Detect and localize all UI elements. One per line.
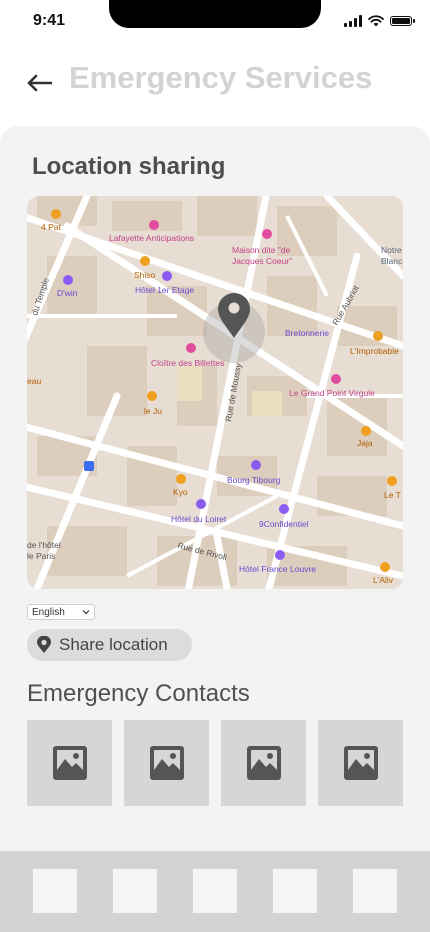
map-label: eau <box>27 376 41 386</box>
back-button[interactable] <box>22 66 56 100</box>
map-label: Cloître des Billettes <box>151 358 224 368</box>
location-sharing-title: Location sharing <box>32 153 226 180</box>
map-label: Lafayette Anticipations <box>109 233 194 243</box>
map-label: 9Confidentiel <box>259 519 309 529</box>
device-notch <box>109 0 321 28</box>
share-location-button[interactable]: Share location <box>27 629 192 661</box>
nav-item-4[interactable] <box>273 869 317 913</box>
map-label: Kyo <box>173 487 188 497</box>
map-label: Hôtel du Loiret <box>171 514 227 524</box>
battery-icon <box>390 16 415 26</box>
contact-card[interactable] <box>318 720 403 806</box>
map-label: Shiso <box>134 270 156 280</box>
wifi-icon <box>368 15 384 27</box>
map-canvas[interactable]: 4 Pat Lafayette Anticipations Maison dit… <box>27 196 403 589</box>
main-card: Location sharing 4 Pat Lafayette Anticip… <box>0 126 430 866</box>
image-placeholder-icon <box>52 746 87 780</box>
arrow-left-icon <box>27 74 52 92</box>
nav-item-2[interactable] <box>113 869 157 913</box>
bottom-nav <box>0 851 430 932</box>
map-label: L'Aliv <box>373 575 394 585</box>
map-label: Notre <box>381 245 402 255</box>
map-label: le Paris <box>27 551 55 561</box>
map-label: Blanc <box>381 256 403 266</box>
chevron-down-icon <box>82 610 90 615</box>
status-icons <box>344 14 415 28</box>
status-bar: 9:41 <box>0 0 430 46</box>
map-label: de l'hôtel <box>27 540 61 550</box>
cellular-signal-icon <box>344 15 362 27</box>
map-label: L'Improbable <box>350 346 399 356</box>
map-label: 4 Pat <box>41 222 61 232</box>
map-label: Bretonnerie <box>285 328 329 338</box>
location-map[interactable]: 4 Pat Lafayette Anticipations Maison dit… <box>27 196 403 589</box>
contact-card[interactable] <box>124 720 209 806</box>
language-select[interactable]: English <box>27 604 95 620</box>
map-label: Bourg Tibourg <box>227 475 281 485</box>
map-label: D'win <box>57 288 78 298</box>
map-label: Le Grand Point Virgule <box>289 388 375 398</box>
image-placeholder-icon <box>149 746 184 780</box>
location-pin-icon <box>37 636 51 653</box>
emergency-contacts-list <box>27 720 403 806</box>
map-label: Maison dite "de <box>232 245 291 255</box>
nav-item-1[interactable] <box>33 869 77 913</box>
share-location-label: Share location <box>59 635 168 654</box>
language-select-value: English <box>32 606 65 618</box>
map-label: le Ju <box>144 406 162 416</box>
emergency-contacts-title: Emergency Contacts <box>27 680 250 707</box>
map-label: Hôtel 1er Etage <box>135 285 194 295</box>
contact-card[interactable] <box>27 720 112 806</box>
nav-item-5[interactable] <box>353 869 397 913</box>
status-time: 9:41 <box>33 12 66 29</box>
map-label: Jacques Coeur" <box>232 256 292 266</box>
nav-item-3[interactable] <box>193 869 237 913</box>
image-placeholder-icon <box>246 746 281 780</box>
map-label: Jaja <box>357 438 373 448</box>
contact-card[interactable] <box>221 720 306 806</box>
map-label: Le T <box>384 490 401 500</box>
map-label: Hôtel France Louvre <box>239 564 316 574</box>
image-placeholder-icon <box>343 746 378 780</box>
page-title: Emergency Services <box>69 60 373 95</box>
